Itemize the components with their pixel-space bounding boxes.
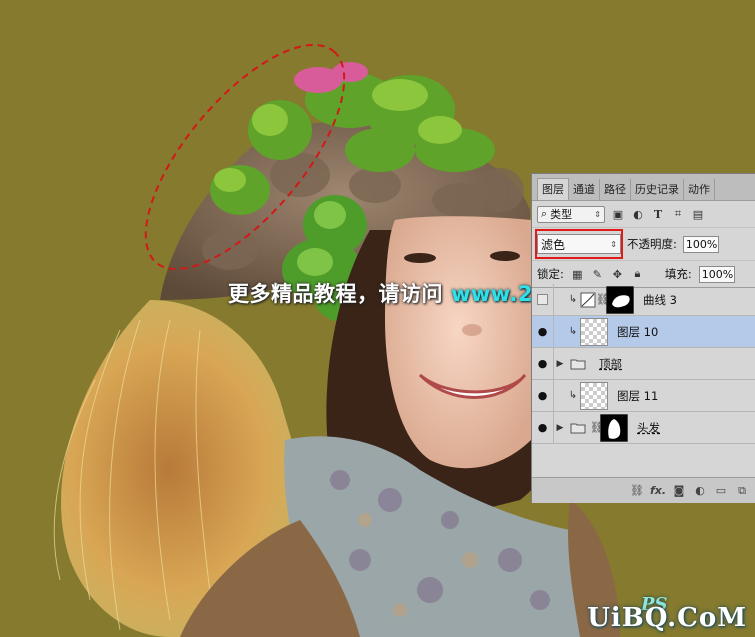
- link-icon[interactable]: ⛓︎: [596, 293, 610, 306]
- search-icon: ⌕: [541, 207, 548, 220]
- layer-row-layer-11[interactable]: ● ↳ 图层 11: [532, 380, 755, 412]
- layer-row-group-top[interactable]: ● ▶ 顶部: [532, 348, 755, 380]
- type-filter-icon[interactable]: T: [651, 207, 665, 221]
- opacity-label: 不透明度:: [627, 237, 677, 251]
- visibility-toggle[interactable]: ●: [532, 316, 554, 347]
- visibility-toggle[interactable]: ●: [532, 348, 554, 379]
- blend-mode-select[interactable]: 滤色 ⇕: [535, 229, 623, 259]
- layer-thumbnail: [580, 381, 608, 410]
- visibility-toggle[interactable]: ●: [532, 412, 554, 443]
- new-adjustment-icon[interactable]: ◐: [693, 484, 707, 498]
- layer-row-layer-10[interactable]: ● ↳ 图层 10: [532, 316, 755, 348]
- add-mask-icon[interactable]: ◙: [672, 484, 686, 498]
- lock-label: 锁定:: [537, 267, 564, 281]
- layer-list: ↳ ⛓︎ 曲线 3 ● ↳ 图层 10 ● ▶ 顶部 ● ↳ 图层 11 ● ▶…: [532, 284, 755, 444]
- layer-row-group-hair[interactable]: ● ▶ ⛓︎ 头发: [532, 412, 755, 444]
- blend-row: 滤色 ⇕ 不透明度: 100%: [532, 227, 755, 260]
- visibility-toggle[interactable]: [532, 284, 554, 315]
- clipping-arrow-icon: ↳: [568, 294, 578, 305]
- pixel-filter-icon[interactable]: ▣: [611, 207, 625, 221]
- visibility-toggle[interactable]: ●: [532, 380, 554, 411]
- folder-icon: [570, 423, 586, 433]
- eye-icon: ●: [537, 389, 548, 402]
- expand-triangle-icon[interactable]: ▶: [554, 359, 566, 369]
- curves-adjustment-icon: [580, 292, 596, 307]
- select-arrows-icon: ⇕: [594, 209, 601, 219]
- shape-filter-icon[interactable]: ⌗: [671, 207, 685, 221]
- select-arrows-icon: ⇕: [610, 239, 617, 249]
- watermark-text: 更多精品教程，请访问: [228, 282, 443, 306]
- eye-icon: ●: [537, 357, 548, 370]
- blend-mode-value: 滤色: [541, 237, 566, 252]
- eye-icon: ●: [537, 325, 548, 338]
- new-layer-icon[interactable]: ⧉: [735, 484, 749, 498]
- lock-position-icon[interactable]: ✥: [611, 268, 624, 281]
- folder-icon: [570, 359, 586, 369]
- layer-thumbnail: [580, 317, 608, 346]
- tab-actions[interactable]: 动作: [684, 179, 715, 200]
- lock-transparency-icon[interactable]: ▦: [571, 268, 584, 281]
- layer-name[interactable]: 图层 10: [617, 324, 658, 340]
- opacity-input[interactable]: 100%: [682, 235, 719, 253]
- site-logo: UiBQ.CoM: [587, 603, 747, 633]
- clipping-arrow-icon: ↳: [568, 326, 578, 337]
- group-name[interactable]: 头发: [637, 420, 660, 436]
- panel-tabs: 图层 通道 路径 历史记录 动作: [532, 174, 755, 201]
- lock-brush-icon[interactable]: ✎: [591, 268, 604, 281]
- hidden-eye-icon: [537, 294, 548, 305]
- eye-icon: ●: [537, 421, 548, 434]
- layer-name[interactable]: 曲线 3: [643, 292, 677, 308]
- layers-panel: 图层 通道 路径 历史记录 动作 ⌕ 类型 ⇕ ▣ ◐ T ⌗ ▤ 滤色 ⇕ 不…: [531, 173, 755, 503]
- fill-label: 填充:: [664, 267, 692, 281]
- mask-thumbnail: [600, 413, 628, 442]
- lock-all-icon[interactable]: 🔒︎: [631, 267, 644, 281]
- link-layers-icon[interactable]: ⛓︎: [630, 484, 644, 498]
- clipping-arrow-icon: ↳: [568, 390, 578, 401]
- tab-channels[interactable]: 通道: [569, 179, 600, 200]
- link-icon[interactable]: ⛓︎: [590, 421, 604, 434]
- tab-history[interactable]: 历史记录: [631, 179, 684, 200]
- layer-name[interactable]: 图层 11: [617, 388, 658, 404]
- filter-row: ⌕ 类型 ⇕ ▣ ◐ T ⌗ ▤: [532, 201, 755, 227]
- smart-object-filter-icon[interactable]: ▤: [691, 207, 705, 221]
- layer-filter-select[interactable]: ⌕ 类型 ⇕: [537, 205, 605, 223]
- filter-kind-value: 类型: [550, 208, 573, 221]
- tab-layers[interactable]: 图层: [537, 178, 569, 200]
- layer-row-curves-3[interactable]: ↳ ⛓︎ 曲线 3: [532, 284, 755, 316]
- adjustment-filter-icon[interactable]: ◐: [631, 207, 645, 221]
- group-name[interactable]: 顶部: [599, 356, 622, 372]
- mask-thumbnail: [606, 285, 634, 314]
- tab-paths[interactable]: 路径: [600, 179, 631, 200]
- fill-input[interactable]: 100%: [698, 265, 735, 283]
- expand-triangle-icon[interactable]: ▶: [554, 423, 566, 433]
- new-group-icon[interactable]: ▭: [714, 484, 728, 498]
- fx-icon[interactable]: fx.: [650, 484, 666, 498]
- panel-bottom-toolbar: ⛓︎ fx. ◙ ◐ ▭ ⧉: [532, 477, 755, 503]
